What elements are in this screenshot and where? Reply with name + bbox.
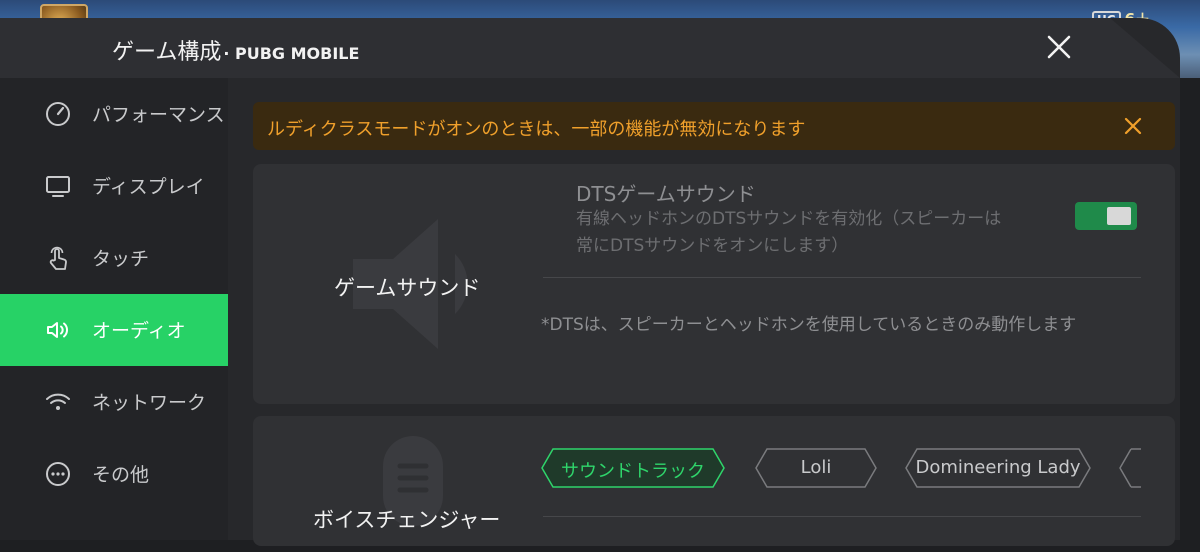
sidebar-item-audio[interactable]: オーディオ — [0, 294, 228, 366]
voice-option-next-partial[interactable] — [1119, 448, 1141, 488]
dts-description: 有線ヘッドホンのDTSサウンドを有効化（スピーカーは 常にDTSサウンドをオンに… — [576, 206, 1046, 260]
game-sound-label: ゲームサウンド — [334, 276, 481, 300]
voice-option-label: サウンドトラック — [561, 461, 705, 482]
warning-banner-text: ルディクラスモードがオンのときは、一部の機能が無効になります — [267, 119, 806, 140]
voice-options-strip: サウンドトラック Loli Domineering Lady — [541, 416, 1141, 546]
dialog-title: ゲーム構成 · PUBG MOBILE — [112, 34, 359, 66]
voice-changer-label: ボイスチェンジャー — [313, 508, 501, 532]
close-icon — [1047, 35, 1071, 59]
close-button[interactable] — [1042, 30, 1076, 64]
voice-option-domineering-lady[interactable]: Domineering Lady — [905, 448, 1091, 488]
dts-title: DTSゲームサウンド — [576, 182, 756, 206]
sidebar: パフォーマンス ディスプレイ タッチ オーディオ ネットワーク その他 — [0, 78, 228, 540]
sidebar-item-label: オーディオ — [92, 320, 186, 342]
dts-description-line1: 有線ヘッドホンのDTSサウンドを有効化（スピーカーは — [576, 209, 1002, 229]
game-config-dialog: ゲーム構成 · PUBG MOBILE パフォーマンス ディスプレイ タッチ オ… — [0, 18, 1180, 546]
dts-toggle[interactable] — [1075, 202, 1137, 230]
voice-changer-card: ボイスチェンジャー サウンドトラック Loli Domineering Lady — [253, 416, 1175, 546]
game-sound-card: ゲームサウンド DTSゲームサウンド 有線ヘッドホンのDTSサウンドを有効化（ス… — [253, 164, 1175, 404]
sidebar-item-other[interactable]: その他 — [0, 438, 228, 510]
microphone-watermark-icon — [383, 436, 443, 526]
voice-option-soundtrack[interactable]: サウンドトラック — [541, 448, 725, 488]
sidebar-item-label: その他 — [92, 464, 150, 486]
wifi-icon — [46, 393, 70, 410]
sidebar-item-performance[interactable]: パフォーマンス — [0, 78, 228, 150]
warning-banner: ルディクラスモードがオンのときは、一部の機能が無効になります — [253, 102, 1175, 150]
toggle-knob — [1107, 207, 1131, 225]
touch-hand-icon — [49, 246, 67, 270]
dialog-title-text: ゲーム構成 — [112, 40, 222, 65]
divider — [543, 516, 1141, 517]
voice-option-label: Loli — [800, 457, 832, 478]
sidebar-item-label: タッチ — [92, 248, 150, 270]
dialog-subtitle: · PUBG MOBILE — [223, 44, 360, 63]
dts-note: *DTSは、スピーカーとヘッドホンを使用しているときのみ動作します — [541, 315, 1077, 335]
audio-settings-panel: ルディクラスモードがオンのときは、一部の機能が無効になります ゲームサウンド D… — [228, 78, 1180, 546]
speaker-icon — [47, 322, 68, 338]
sidebar-item-network[interactable]: ネットワーク — [0, 366, 228, 438]
more-dots-icon — [46, 462, 70, 486]
divider — [543, 277, 1141, 278]
sidebar-item-touch[interactable]: タッチ — [0, 222, 228, 294]
monitor-icon — [46, 176, 70, 197]
voice-option-loli[interactable]: Loli — [755, 448, 877, 488]
sidebar-item-label: パフォーマンス — [92, 104, 225, 126]
sidebar-item-label: ディスプレイ — [92, 176, 205, 198]
sidebar-item-display[interactable]: ディスプレイ — [0, 150, 228, 222]
gauge-icon — [46, 102, 70, 126]
sidebar-item-label: ネットワーク — [92, 392, 207, 414]
voice-option-label: Domineering Lady — [915, 457, 1081, 478]
dts-description-line2: 常にDTSサウンドをオンにします） — [576, 236, 849, 256]
dismiss-banner-icon[interactable] — [1121, 114, 1145, 138]
